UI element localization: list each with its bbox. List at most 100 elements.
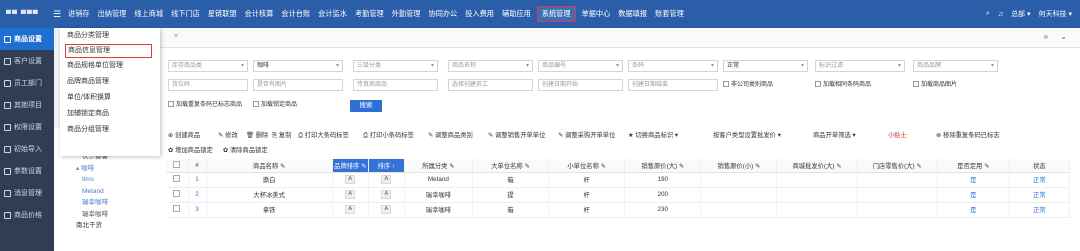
table-cell-enabled[interactable]: 是 <box>937 187 1010 203</box>
nav-item[interactable]: 会计核算 <box>241 0 278 28</box>
row-checkbox[interactable] <box>173 205 181 212</box>
filter-field[interactable]: 咖啡 ▾ <box>253 60 343 72</box>
sidebar-item[interactable]: 参数设置 <box>0 160 54 182</box>
close-tab-icon[interactable]: × <box>174 33 178 40</box>
table-header-cell[interactable]: 大单位名称 ✎ <box>472 159 550 173</box>
filter-field[interactable]: 商品名称 ▾ <box>448 60 533 72</box>
filter-field[interactable]: 货位码 <box>168 79 248 91</box>
toolbar-button[interactable]: ✎ 调整商品类别 <box>428 130 473 139</box>
filter-checkbox[interactable]: 非公司类别商品 <box>723 80 773 90</box>
toolbar-button[interactable]: 🗑 删除 <box>246 130 268 139</box>
sidebar-item[interactable]: 权限设置 <box>0 116 54 138</box>
tree-node[interactable]: Metand <box>54 186 158 198</box>
filter-field[interactable]: 标识过滤 ▾ <box>815 60 905 72</box>
sidebar-item[interactable]: 员工部门 <box>0 72 54 94</box>
table-cell-enabled[interactable]: 是 <box>937 202 1010 218</box>
submenu-item[interactable]: 加辅锁定商品 <box>60 106 160 122</box>
nav-item[interactable]: 数据填报 <box>614 0 651 28</box>
filter-field[interactable]: 传真商商品 <box>353 79 438 91</box>
row-checkbox[interactable] <box>173 175 181 182</box>
filter-field[interactable]: 商品编号 ▾ <box>538 60 623 72</box>
checkbox[interactable] <box>913 81 919 87</box>
filter-field[interactable]: 库存商品类 ▾ <box>168 60 248 72</box>
nav-item[interactable]: 辅助应用 <box>498 0 535 28</box>
table-header-cell[interactable]: 销售原价(大) ✎ <box>624 159 702 173</box>
sidebar-item[interactable]: 其她项目 <box>0 94 54 116</box>
nav-item[interactable]: 线上商城 <box>130 0 167 28</box>
toolbar-button[interactable]: ✿ 清除商品锁定 <box>223 147 268 154</box>
table-row[interactable]: 3 拿铁 A A 瑞幸咖啡箱杆 230 是正常 <box>166 202 1071 218</box>
table-header-cell[interactable]: 状态 <box>1009 159 1071 173</box>
sort-button[interactable]: A <box>381 175 392 184</box>
sidebar-item[interactable]: 客户设置 <box>0 50 54 72</box>
filter-field[interactable]: 选择创建员工 <box>448 79 533 91</box>
row-select-cell[interactable] <box>166 202 189 218</box>
table-header-cell[interactable]: # <box>188 159 207 173</box>
filter-field[interactable]: 三级分类 ▾ <box>353 60 438 72</box>
bell-icon[interactable]: ♫ <box>998 11 1003 18</box>
toolbar-button[interactable]: ⊗ 移除重复条码已标志 <box>936 130 1000 139</box>
tab-scroll-icons[interactable]: » ⌄ <box>1044 32 1072 41</box>
submenu-item[interactable]: 商品信息管理 <box>65 44 152 58</box>
nav-item[interactable]: 投入费用 <box>461 0 498 28</box>
submenu-item[interactable]: 商品规格单位管理 <box>60 58 160 74</box>
filter-checkbox[interactable]: 加载锁定商品 <box>253 100 297 110</box>
checkbox[interactable] <box>168 101 174 107</box>
sidebar-item[interactable]: 消息管理 <box>0 182 54 204</box>
filter-field[interactable]: 是否有图片 <box>253 79 343 91</box>
submenu-item[interactable]: 商品分组管理 <box>60 122 160 138</box>
toolbar-button[interactable]: ✎ 调整销售开单单位 <box>488 130 545 139</box>
sort-button[interactable]: A <box>381 190 392 199</box>
filter-field[interactable]: 商品品牌 ▾ <box>913 60 998 72</box>
table-header-cell[interactable]: 小单位名称 ✎ <box>548 159 626 173</box>
filter-checkbox[interactable]: 加载相同条码商品 <box>815 80 871 90</box>
nav-item[interactable]: 出纳管理 <box>94 0 131 28</box>
table-row[interactable]: 1 撕白 A A Metand 箱杆 190 是正常 <box>166 172 1071 188</box>
row-checkbox[interactable] <box>173 190 181 197</box>
row-select-cell[interactable] <box>166 187 189 203</box>
sort-button[interactable]: A <box>345 205 356 214</box>
nav-item[interactable]: 账套管理 <box>651 0 688 28</box>
table-header-cell[interactable]: 品牌排序 ✎ <box>332 159 369 173</box>
toolbar-button[interactable]: ✎ 调整采购开单单位 <box>558 130 615 139</box>
toolbar-button[interactable]: ⎙ 打印小条码标签 <box>363 130 414 140</box>
nav-item[interactable]: 协同办公 <box>424 0 461 28</box>
select-all-checkbox[interactable] <box>173 160 181 168</box>
toolbar-button[interactable]: 按客户类型设置批发价 ▾ <box>713 130 781 139</box>
toolbar-button[interactable]: ⊕ 创建商品 <box>168 130 200 139</box>
table-header-cell[interactable]: 所属分类 ✎ <box>404 159 473 173</box>
checkbox[interactable] <box>723 81 729 87</box>
filter-field[interactable]: 正常 ▾ <box>723 60 808 72</box>
table-header-cell[interactable]: 销售原价(小) ✎ <box>700 159 778 173</box>
table-header-cell[interactable] <box>166 159 189 173</box>
user-menu[interactable]: 总部 ▾ <box>1011 9 1030 19</box>
table-header-cell[interactable]: 商品名称 ✎ <box>206 159 333 173</box>
row-select-cell[interactable] <box>166 172 189 188</box>
sort-button[interactable]: A <box>345 190 356 199</box>
table-header-cell[interactable]: 门店零售价(大) ✎ <box>857 159 938 173</box>
sidebar-item[interactable]: 商品价格 <box>0 204 54 226</box>
menu-icon[interactable]: ☰ <box>50 9 64 20</box>
nav-item[interactable]: 系统管理 <box>536 6 576 22</box>
tree-node[interactable]: ▴ 咖啡 <box>54 163 158 175</box>
nav-item[interactable]: 外勤管理 <box>388 0 425 28</box>
search-icon[interactable]: ⌕ <box>986 10 990 18</box>
submenu-item[interactable]: 单位/体积换算 <box>60 90 160 106</box>
table-header-cell[interactable]: 是否定用 ✎ <box>937 159 1010 173</box>
toolbar-button[interactable]: 商品开单筛选 ▾ <box>813 130 856 139</box>
toolbar-button[interactable]: ✿ 增加商品锁定 <box>168 147 213 154</box>
sidebar-item[interactable]: 商品设置 <box>0 28 54 50</box>
toolbar-button[interactable]: ⎘ 复制 <box>272 130 291 140</box>
submenu-item[interactable]: 品牌商品管理 <box>60 74 160 90</box>
filter-field[interactable]: 条码 ▾ <box>628 60 718 72</box>
nav-item[interactable]: 会计监水 <box>314 0 351 28</box>
sort-button[interactable]: A <box>345 175 356 184</box>
search-button[interactable]: 搜索 <box>350 100 382 112</box>
nav-item[interactable]: 进销存 <box>64 0 94 28</box>
company-menu[interactable]: 何天科技 ▾ <box>1039 9 1072 19</box>
filter-field[interactable]: 创建日期结束 <box>628 79 718 91</box>
tree-node[interactable]: 瑞幸咖啡 <box>54 197 158 209</box>
table-cell-status[interactable]: 正常 <box>1009 172 1071 188</box>
filter-field[interactable]: 创建日期开始 <box>538 79 623 91</box>
nav-item[interactable]: 线下门店 <box>167 0 204 28</box>
